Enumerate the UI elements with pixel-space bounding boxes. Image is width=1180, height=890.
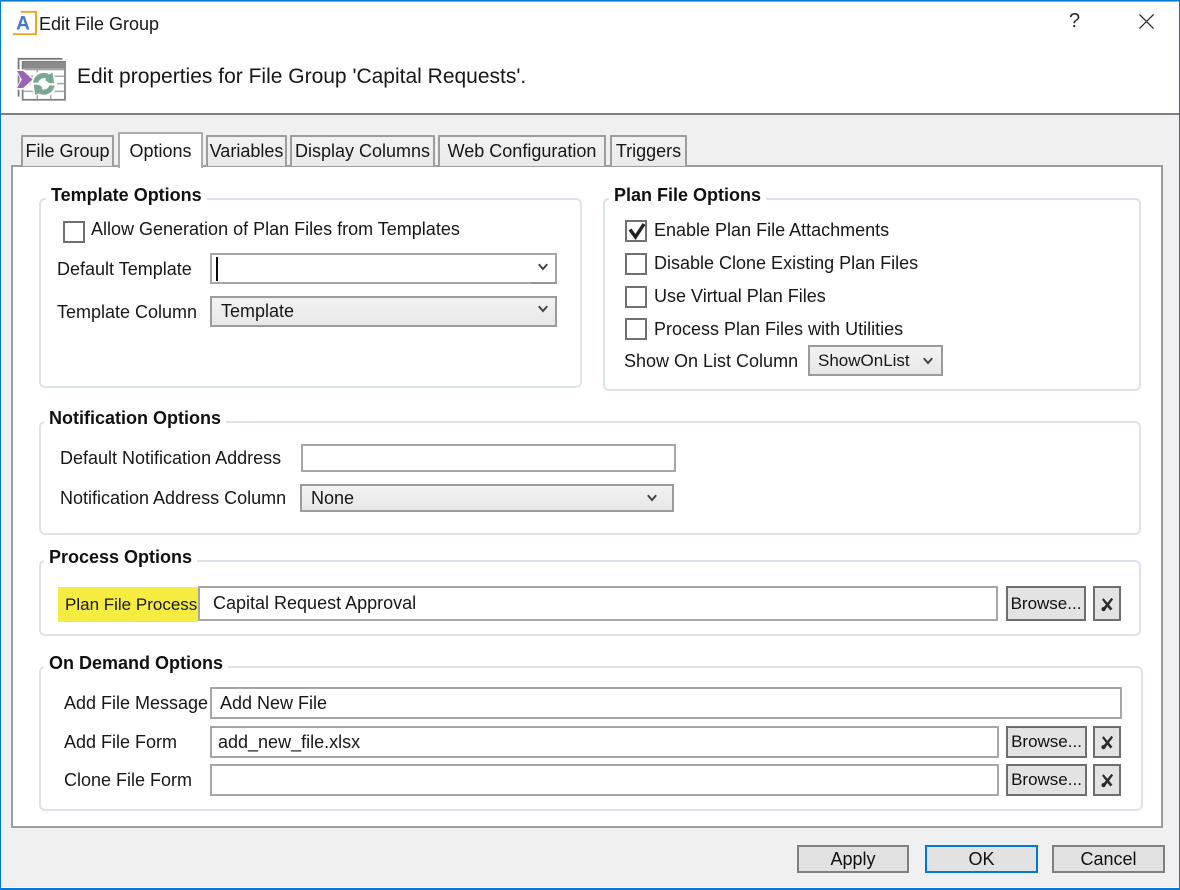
svg-text:A: A [16, 14, 30, 35]
